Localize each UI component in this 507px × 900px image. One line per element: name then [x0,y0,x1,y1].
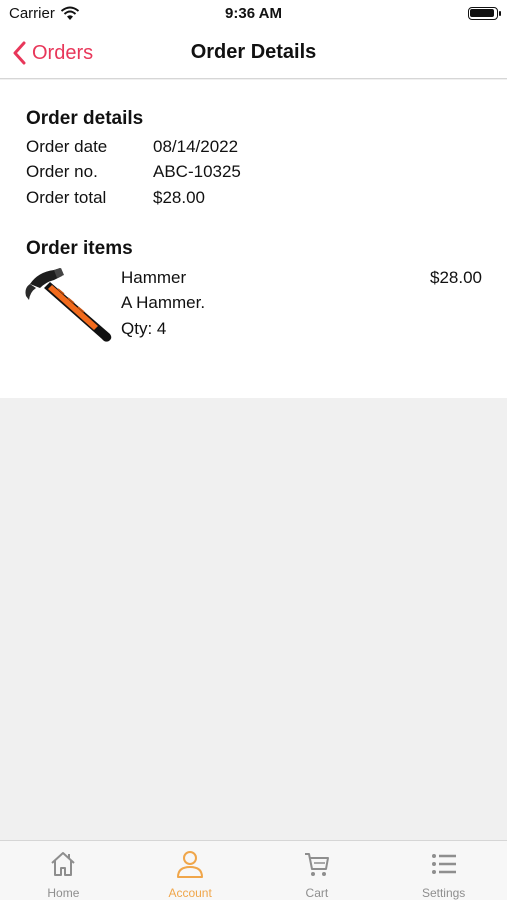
tab-account-label: Account [168,886,212,900]
item-quantity: Qty: 4 [121,319,167,338]
item-description: A Hammer. [121,293,206,312]
back-button-label: Orders [32,41,94,64]
status-bar: Carrier 9:36 AM [0,0,507,28]
item-price: $28.00 [430,268,482,287]
tab-bar: Home Account Cart Settings [0,840,507,900]
back-button[interactable]: Orders [12,36,93,70]
list-icon [431,854,456,874]
chevron-left-icon [13,41,26,65]
tab-cart-label: Cart [305,886,329,900]
tab-cart[interactable]: Cart [254,841,381,900]
status-time: 9:36 AM [225,5,282,22]
order-details-heading: Order details [26,108,144,129]
tab-settings[interactable]: Settings [380,841,507,900]
item-name: Hammer [121,268,187,287]
order-date-label: Order date [26,137,108,156]
order-number-label: Order no. [26,162,98,181]
home-icon [51,852,76,876]
cart-icon [304,853,329,876]
person-icon [177,851,204,878]
order-details-content: Order details Order date 08/14/2022 Orde… [0,80,507,398]
tab-home[interactable]: Home [0,841,127,900]
tab-home-label: Home [47,886,80,900]
order-date-value: 08/14/2022 [153,137,239,156]
order-items-heading: Order items [26,238,133,259]
order-total-value: $28.00 [153,188,205,207]
hammer-image [25,268,112,342]
order-item-row[interactable]: Hammer A Hammer. Qty: 4 $28.00 [0,264,507,344]
battery-icon [468,7,501,20]
order-total-label: Order total [26,188,107,207]
navigation-bar: Orders Order Details [0,28,507,79]
order-number-value: ABC-10325 [153,162,241,181]
tab-account[interactable]: Account [127,841,254,900]
tab-settings-label: Settings [421,886,466,900]
